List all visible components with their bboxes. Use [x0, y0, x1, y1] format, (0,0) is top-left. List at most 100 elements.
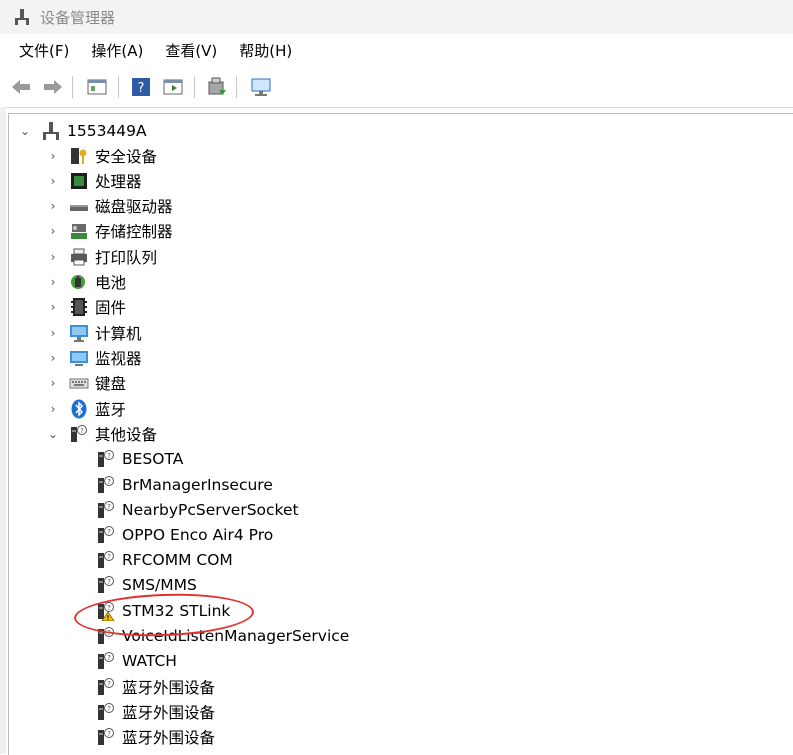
chevron-down-icon[interactable]: ⌄ — [18, 124, 32, 138]
device-item[interactable]: ? 蓝牙外围设备 — [96, 699, 215, 724]
device-item[interactable]: ? NearbyPcServerSocket — [96, 497, 299, 522]
device-item[interactable]: ? SMS/MMS — [96, 572, 197, 597]
chevron-right-icon[interactable]: › — [46, 351, 60, 365]
device-label: BrManagerInsecure — [122, 475, 273, 494]
chevron-down-icon[interactable]: ⌄ — [46, 427, 60, 441]
security-device-icon — [69, 146, 89, 166]
chevron-right-icon[interactable]: › — [46, 149, 60, 163]
device-label: BESOTA — [122, 449, 184, 468]
svg-text:?: ? — [80, 427, 84, 435]
menu-action[interactable]: 操作(A) — [89, 38, 145, 63]
unknown-device-icon: ? — [96, 626, 116, 646]
category-label: 磁盘驱动器 — [95, 197, 173, 216]
menu-view[interactable]: 查看(V) — [163, 38, 219, 63]
category-label: 其他设备 — [95, 425, 158, 444]
bluetooth-icon — [69, 399, 89, 419]
category-label: 键盘 — [95, 374, 127, 393]
device-label: 蓝牙外围设备 — [122, 678, 216, 697]
processor-icon — [69, 171, 89, 191]
back-arrow-icon[interactable] — [10, 76, 32, 98]
toolbar: ? — [0, 67, 793, 108]
scan-hardware-icon[interactable] — [250, 76, 272, 98]
device-label: STM32 STLink — [122, 601, 231, 620]
device-label: 蓝牙外围设备 — [122, 703, 216, 722]
tree-category[interactable]: › 电池 — [46, 269, 126, 294]
unknown-device-icon: ? — [96, 500, 116, 520]
unknown-device-icon: ? — [96, 702, 116, 722]
tree-root[interactable]: ⌄ 1553449A — [18, 118, 147, 143]
unknown-device-icon: ? — [96, 550, 116, 570]
warning-device-icon: ? — [96, 601, 116, 621]
category-label: 存储控制器 — [95, 222, 173, 241]
toolbar-separator — [118, 76, 119, 98]
firmware-icon — [69, 297, 89, 317]
title-bar: 设备管理器 — [0, 0, 793, 34]
device-item[interactable]: ? VoiceIdListenManagerService — [96, 623, 349, 648]
menu-bar: 文件(F) 操作(A) 查看(V) 帮助(H) — [0, 34, 793, 67]
svg-text:?: ? — [107, 503, 111, 511]
category-label: 监视器 — [95, 349, 142, 368]
chevron-right-icon[interactable]: › — [46, 250, 60, 264]
computer-tree-icon — [41, 121, 61, 141]
chevron-right-icon[interactable]: › — [46, 199, 60, 213]
unknown-device-icon: ? — [69, 424, 89, 444]
svg-text:?: ? — [107, 654, 111, 662]
tree-category[interactable]: › 磁盘驱动器 — [46, 193, 173, 218]
chevron-right-icon[interactable]: › — [46, 376, 60, 390]
tree-category[interactable]: › 监视器 — [46, 345, 142, 370]
unknown-device-icon: ? — [96, 475, 116, 495]
device-item-warning[interactable]: ? STM32 STLink — [96, 598, 230, 623]
monitor-icon — [69, 348, 89, 368]
computer-icon — [69, 323, 89, 343]
tree-category[interactable]: › 蓝牙 — [46, 396, 126, 421]
category-label: 打印队列 — [95, 248, 158, 267]
forward-arrow-icon[interactable] — [42, 76, 64, 98]
category-label: 固件 — [95, 298, 127, 317]
tree-category[interactable]: › 安全设备 — [46, 143, 157, 168]
chevron-right-icon[interactable]: › — [46, 174, 60, 188]
chevron-right-icon[interactable]: › — [46, 402, 60, 416]
tree-category[interactable]: › 存储控制器 — [46, 218, 173, 243]
properties-icon[interactable] — [86, 76, 108, 98]
device-item[interactable]: ? OPPO Enco Air4 Pro — [96, 522, 273, 547]
svg-text:?: ? — [107, 553, 111, 561]
category-label: 电池 — [95, 273, 127, 292]
chevron-right-icon[interactable]: › — [46, 224, 60, 238]
device-manager-icon — [13, 8, 31, 26]
show-hidden-icon[interactable] — [162, 76, 184, 98]
svg-text:?: ? — [107, 478, 111, 486]
device-item[interactable]: ? 蓝牙外围设备 — [96, 724, 215, 749]
help-icon[interactable]: ? — [130, 76, 152, 98]
update-driver-icon[interactable] — [206, 76, 228, 98]
tree-category[interactable]: ⌄ ? 其他设备 — [46, 421, 157, 446]
device-label: OPPO Enco Air4 Pro — [122, 525, 274, 544]
tree-category[interactable]: › 打印队列 — [46, 244, 157, 269]
chevron-right-icon[interactable]: › — [46, 275, 60, 289]
device-label: RFCOMM COM — [122, 550, 233, 569]
device-item[interactable]: ? BrManagerInsecure — [96, 472, 273, 497]
menu-help[interactable]: 帮助(H) — [237, 38, 294, 63]
tree-category[interactable]: › 键盘 — [46, 370, 126, 395]
svg-text:?: ? — [107, 452, 111, 460]
tree-category[interactable]: › 处理器 — [46, 168, 142, 193]
unknown-device-icon: ? — [96, 575, 116, 595]
unknown-device-icon: ? — [96, 525, 116, 545]
chevron-right-icon[interactable]: › — [46, 326, 60, 340]
chevron-right-icon[interactable]: › — [46, 300, 60, 314]
tree-category[interactable]: › 计算机 — [46, 320, 142, 345]
menu-file[interactable]: 文件(F) — [17, 38, 71, 63]
device-item[interactable]: ? 蓝牙外围设备 — [96, 674, 215, 699]
disk-drive-icon — [69, 196, 89, 216]
keyboard-icon — [69, 373, 89, 393]
device-label: VoiceIdListenManagerService — [122, 626, 350, 645]
unknown-device-icon: ? — [96, 727, 116, 747]
tree-root-label: 1553449A — [67, 121, 147, 140]
svg-text:?: ? — [107, 680, 111, 688]
category-label: 处理器 — [95, 172, 142, 191]
tree-category[interactable]: › 固件 — [46, 294, 126, 319]
device-item[interactable]: ? WATCH — [96, 648, 177, 673]
device-item[interactable]: ? RFCOMM COM — [96, 547, 233, 572]
device-item[interactable]: ? BESOTA — [96, 446, 183, 471]
printer-icon — [69, 247, 89, 267]
device-label: SMS/MMS — [122, 575, 197, 594]
